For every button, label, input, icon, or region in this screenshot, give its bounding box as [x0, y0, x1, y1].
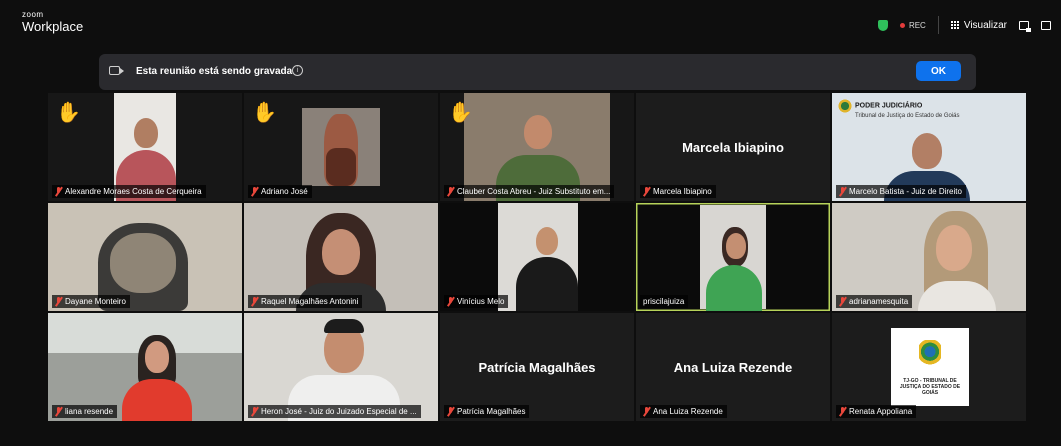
participant-name: Heron José - Juiz do Juizado Especial de…: [261, 407, 417, 416]
participant-name-label: Clauber Costa Abreu - Juiz Substituto em…: [444, 185, 615, 198]
participant-name-label: Dayane Monteiro: [52, 295, 130, 308]
top-bar: zoom Workplace REC Visualizar: [0, 0, 1061, 46]
video-tile[interactable]: Marcela Ibiapino Marcela Ibiapino: [636, 93, 830, 201]
participant-name: adrianamesquita: [849, 297, 909, 306]
participant-display-name: Patrícia Magalhães: [478, 360, 596, 375]
participant-name: Renata Appoliana: [849, 407, 913, 416]
participant-name-label: Renata Appoliana: [836, 405, 917, 418]
video-tile[interactable]: TJ-GO - TRIBUNAL DE JUSTIÇA DO ESTADO DE…: [832, 313, 1026, 421]
muted-mic-icon: [55, 187, 63, 196]
recording-message: Esta reunião está sendo gravada: [136, 66, 293, 77]
divider: [937, 16, 939, 34]
minimize-window-icon[interactable]: [1019, 20, 1031, 32]
participant-name-label: Ana Luiza Rezende: [640, 405, 727, 418]
video-tile[interactable]: Heron José - Juiz do Juizado Especial de…: [244, 313, 438, 421]
participant-display-name: Ana Luiza Rezende: [673, 360, 793, 375]
muted-mic-icon: [251, 297, 259, 306]
court-emblem-icon: [838, 99, 852, 113]
video-tile[interactable]: ✋ Clauber Costa Abreu - Juiz Substituto …: [440, 93, 634, 201]
participant-name: Ana Luiza Rezende: [653, 407, 723, 416]
participant-name-label: Raquel Magalhães Antonini: [248, 295, 363, 308]
muted-mic-icon: [839, 187, 847, 196]
video-tile[interactable]: liana resende: [48, 313, 242, 421]
video-tile[interactable]: Patrícia Magalhães Patrícia Magalhães: [440, 313, 634, 421]
participant-name-label: Marcela Ibiapino: [640, 185, 716, 198]
participant-name-label: Heron José - Juiz do Juizado Especial de…: [248, 405, 421, 418]
raised-hand-icon: ✋: [252, 102, 277, 124]
participant-name: Alexandre Moraes Costa de Cerqueira: [65, 187, 202, 196]
video-feed: [700, 205, 766, 311]
participant-display-name: Marcela Ibiapino: [682, 140, 784, 155]
participant-name-label: priscilajuiza: [640, 295, 689, 308]
video-tile[interactable]: ✋ Adriano José: [244, 93, 438, 201]
raised-hand-icon: ✋: [448, 102, 473, 124]
participant-name-label: Alexandre Moraes Costa de Cerqueira: [52, 185, 206, 198]
info-icon[interactable]: i: [292, 65, 303, 76]
video-feed: [498, 203, 578, 311]
tjgo-profile-card: TJ-GO - TRIBUNAL DE JUSTIÇA DO ESTADO DE…: [891, 328, 969, 406]
rec-label: REC: [908, 20, 926, 30]
muted-mic-icon: [447, 187, 455, 196]
participant-name: priscilajuiza: [643, 297, 685, 306]
video-tile-active-speaker[interactable]: priscilajuiza: [636, 203, 830, 311]
recording-indicator[interactable]: REC: [899, 20, 926, 30]
grid-view-icon: [950, 20, 960, 30]
video-tile[interactable]: PODER JUDICIÁRIO Tribunal de Justiça do E…: [832, 93, 1026, 201]
view-button[interactable]: Visualizar: [950, 19, 1007, 31]
muted-mic-icon: [251, 407, 259, 416]
security-shield-icon[interactable]: [877, 19, 888, 31]
logo-subtitle: Tribunal de Justiça do Estado de Goiás: [855, 113, 960, 119]
view-label: Visualizar: [963, 19, 1007, 31]
video-tile[interactable]: adrianamesquita: [832, 203, 1026, 311]
participant-name-label: Vinícius Melo: [444, 295, 509, 308]
poder-judiciario-logo: PODER JUDICIÁRIO Tribunal de Justiça do E…: [838, 99, 960, 120]
participant-name: Marcela Ibiapino: [653, 187, 712, 196]
participant-name-label: adrianamesquita: [836, 295, 913, 308]
rec-dot-icon: [899, 22, 905, 28]
muted-mic-icon: [643, 187, 651, 196]
participant-name-label: Adriano José: [248, 185, 312, 198]
participant-name: Adriano José: [261, 187, 308, 196]
ok-button[interactable]: OK: [916, 61, 961, 81]
muted-mic-icon: [251, 187, 259, 196]
brand-small: zoom: [22, 10, 44, 19]
muted-mic-icon: [643, 407, 651, 416]
video-tile[interactable]: Raquel Magalhães Antonini: [244, 203, 438, 311]
muted-mic-icon: [55, 407, 63, 416]
recording-camera-icon: [109, 66, 124, 75]
card-text: TJ-GO - TRIBUNAL DE JUSTIÇA DO ESTADO DE…: [899, 378, 961, 396]
participant-name: Dayane Monteiro: [65, 297, 126, 306]
muted-mic-icon: [447, 297, 455, 306]
participant-name: Marcelo Batista - Juiz de Direito: [849, 187, 962, 196]
video-tile[interactable]: ✋ Alexandre Moraes Costa de Cerqueira: [48, 93, 242, 201]
video-tile[interactable]: Ana Luiza Rezende Ana Luiza Rezende: [636, 313, 830, 421]
zoom-logo: zoom Workplace: [22, 10, 84, 34]
participant-name-label: Marcelo Batista - Juiz de Direito: [836, 185, 966, 198]
video-tile[interactable]: Vinícius Melo: [440, 203, 634, 311]
logo-title: PODER JUDICIÁRIO: [855, 102, 923, 110]
recording-banner: Esta reunião está sendo gravada i OK: [99, 54, 976, 90]
participant-name: Vinícius Melo: [457, 297, 505, 306]
participant-name: Patrícia Magalhães: [457, 407, 526, 416]
muted-mic-icon: [839, 297, 847, 306]
participant-name: Clauber Costa Abreu - Juiz Substituto em…: [457, 187, 611, 196]
muted-mic-icon: [55, 297, 63, 306]
participant-name: liana resende: [65, 407, 114, 416]
fullscreen-icon[interactable]: [1041, 20, 1051, 30]
participant-name-label: Patrícia Magalhães: [444, 405, 530, 418]
participant-name: Raquel Magalhães Antonini: [261, 297, 359, 306]
muted-mic-icon: [447, 407, 455, 416]
raised-hand-icon: ✋: [56, 102, 81, 124]
tjgo-emblem-icon: [919, 340, 941, 366]
video-tile[interactable]: Dayane Monteiro: [48, 203, 242, 311]
muted-mic-icon: [839, 407, 847, 416]
participant-name-label: liana resende: [52, 405, 118, 418]
brand-big: Workplace: [22, 19, 84, 34]
video-feed: [302, 108, 380, 186]
